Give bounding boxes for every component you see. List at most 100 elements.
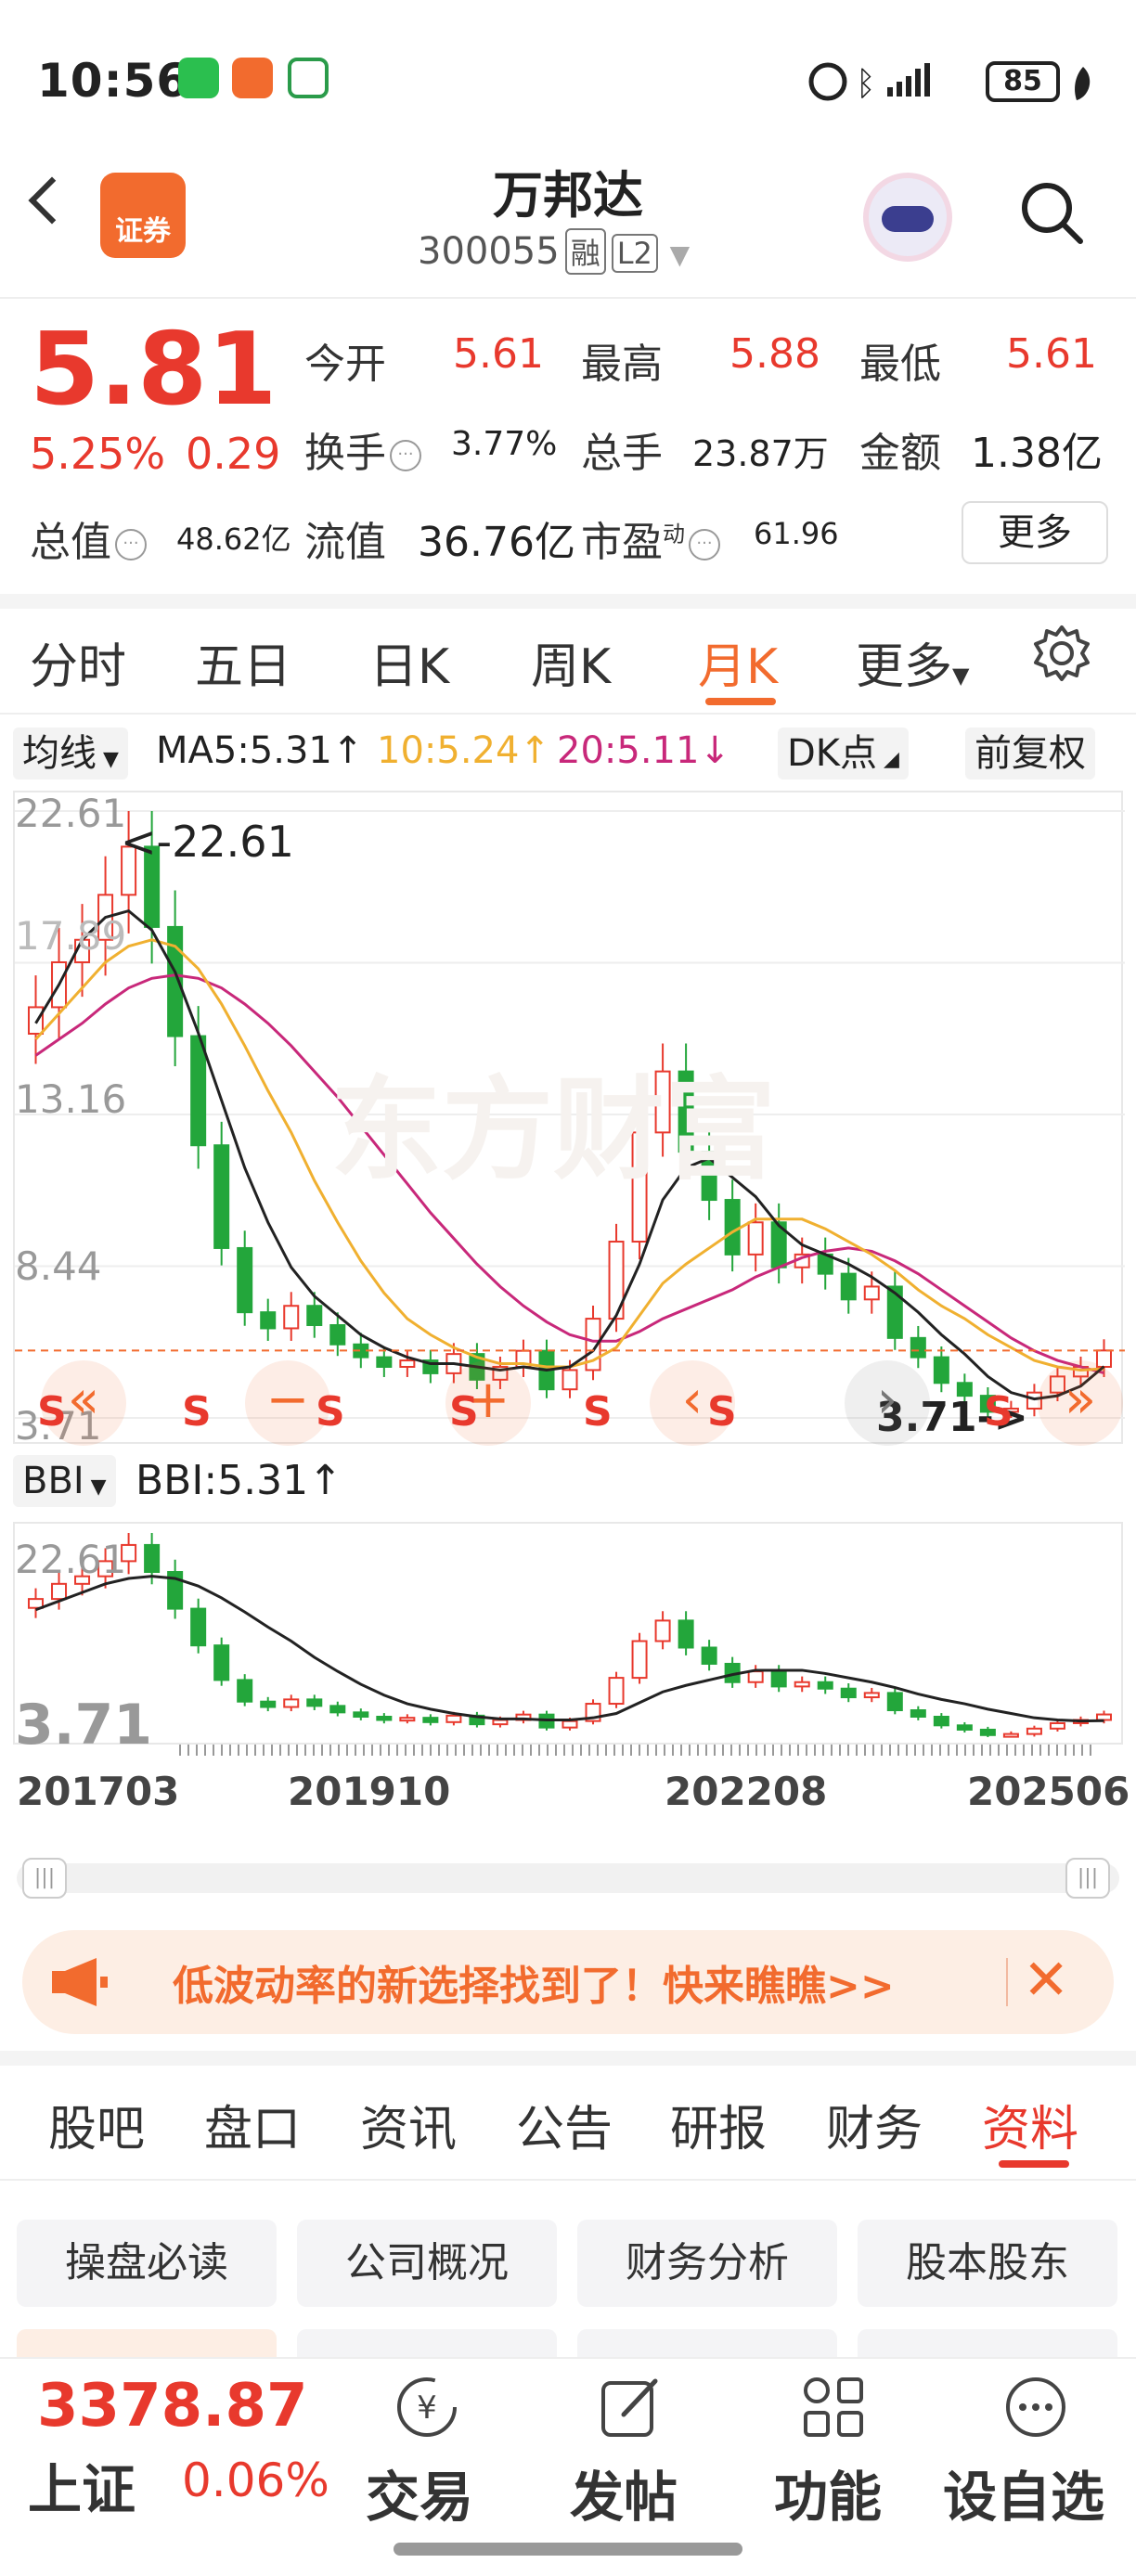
tab-more[interactable]: 更多▼ <box>856 627 969 697</box>
tab-orderbook[interactable]: 盘口 <box>204 2090 301 2159</box>
tab-daily-k[interactable]: 日K <box>369 627 449 697</box>
x-tick: 202208 <box>665 1769 828 1814</box>
ma5-label: MA5:5.31↑ <box>156 729 364 772</box>
divider <box>1006 1958 1008 2006</box>
low-label: 最低 <box>859 341 941 388</box>
stock-name: 万邦达 <box>493 166 643 225</box>
gear-icon[interactable] <box>1032 624 1091 683</box>
slider-right-handle[interactable]: ||| <box>1065 1858 1110 1899</box>
ma-select[interactable]: 均线 ▼ <box>13 728 128 779</box>
functions-button[interactable]: 功能 <box>774 2454 882 2531</box>
assistant-robot-icon[interactable] <box>863 173 952 262</box>
status-time: 10:56 <box>37 54 190 108</box>
more-quote-button[interactable]: 更多 <box>962 501 1108 564</box>
open-label: 今开 <box>304 341 386 388</box>
card-financial-analysis[interactable]: 财务分析 <box>577 2220 837 2307</box>
leaf-icon <box>1075 67 1091 100</box>
signal-s-label: S <box>37 1388 67 1436</box>
tab-monthly-k[interactable]: 月K <box>698 627 778 697</box>
index-value[interactable]: 3378.87 <box>37 2372 308 2441</box>
trade-yen-icon[interactable]: ¥ <box>392 2372 462 2442</box>
edit-post-icon[interactable] <box>596 2372 666 2442</box>
candle <box>701 1646 717 1665</box>
mcap-value: 48.62亿 <box>176 522 291 557</box>
card-shareholders[interactable]: 股本股东 <box>858 2220 1117 2307</box>
candle <box>933 1356 949 1385</box>
close-icon[interactable]: ✕ <box>1023 1952 1069 2008</box>
x-tick: 201703 <box>17 1769 180 1814</box>
home-indicator <box>394 2543 742 2556</box>
tab-weekly-k[interactable]: 周K <box>531 627 611 697</box>
change-amount: 0.29 <box>186 429 281 479</box>
scroll-right-button[interactable]: › <box>845 1360 930 1446</box>
add-watchlist-button[interactable]: 设自选 <box>943 2454 1104 2531</box>
signal-s-label: S <box>316 1388 345 1436</box>
tab-news[interactable]: 资讯 <box>360 2090 457 2159</box>
post-button[interactable]: 发帖 <box>570 2454 678 2531</box>
app-notification-icon <box>232 58 273 98</box>
candle <box>747 1221 764 1256</box>
candle <box>260 1311 277 1330</box>
tab-profile[interactable]: 资料 <box>982 2090 1078 2159</box>
functions-grid-icon[interactable] <box>798 2372 869 2442</box>
candle <box>631 1640 648 1680</box>
candle <box>979 1728 996 1736</box>
promo-text[interactable]: 低波动率的新选择找到了！快来瞧瞧>> <box>173 1952 895 2012</box>
tab-forum[interactable]: 股吧 <box>48 2090 145 2159</box>
candle <box>492 1719 509 1726</box>
candle <box>747 1670 764 1683</box>
candle <box>863 1285 880 1301</box>
candle <box>306 1305 323 1326</box>
high-value: 5.88 <box>729 330 820 378</box>
tab-research[interactable]: 研报 <box>670 2090 767 2159</box>
slider-left-handle[interactable]: ||| <box>22 1858 67 1899</box>
candle <box>190 1035 207 1147</box>
info-icon[interactable]: ··· <box>390 440 421 471</box>
info-icon[interactable]: ··· <box>689 529 720 560</box>
more-dots-icon[interactable] <box>1000 2372 1071 2442</box>
index-name[interactable]: 上证 <box>28 2446 136 2524</box>
margin-tag: 融 <box>564 228 606 275</box>
svg-text:ᛒ: ᛒ <box>856 65 876 103</box>
mcap-label: 总值 <box>30 519 111 566</box>
trade-button[interactable]: 交易 <box>366 2454 473 2531</box>
card-trading-guide[interactable]: 操盘必读 <box>17 2220 277 2307</box>
status-bar: 10:56 ᛒ 85 <box>0 0 1136 139</box>
candle <box>608 1677 625 1706</box>
svg-text:¥: ¥ <box>417 2389 437 2427</box>
dk-select[interactable]: DK点 ◢ <box>778 728 909 779</box>
adjust-button[interactable]: 前复权 <box>965 728 1095 779</box>
candle <box>840 1687 857 1699</box>
candle <box>329 1323 346 1346</box>
index-percent[interactable]: 0.06% <box>182 2454 329 2507</box>
pe-label: 市盈 <box>581 519 663 566</box>
info-icon[interactable]: ··· <box>115 529 147 560</box>
candle <box>1002 1732 1019 1738</box>
tab-intraday[interactable]: 分时 <box>30 627 126 697</box>
tab-announcements[interactable]: 公告 <box>516 2090 613 2159</box>
signal-s-label: S <box>449 1388 479 1436</box>
stock-code-row[interactable]: 300055 融 L2 ▼ <box>418 228 690 275</box>
candle <box>956 1724 973 1731</box>
card-company-overview[interactable]: 公司概况 <box>297 2220 557 2307</box>
range-slider[interactable] <box>17 1863 1119 1893</box>
candle <box>817 1681 833 1690</box>
chevron-down-icon: ▼ <box>669 239 691 270</box>
candle <box>1095 1713 1112 1721</box>
battery-indicator: 85 <box>986 61 1060 102</box>
tab-finance[interactable]: 财务 <box>826 2090 923 2159</box>
signal-s-label: S <box>583 1388 613 1436</box>
scroll-right-fast-button[interactable]: » <box>1038 1360 1123 1446</box>
amount-label: 金额 <box>859 430 941 477</box>
bbi-chart[interactable] <box>13 1522 1123 1745</box>
tab-five-day[interactable]: 五日 <box>195 627 291 697</box>
search-icon[interactable] <box>1017 178 1084 245</box>
app-notification-icon-2 <box>288 58 329 98</box>
float-label: 流值 <box>304 519 386 566</box>
candle <box>770 1670 787 1688</box>
candle <box>237 1679 253 1703</box>
candle <box>237 1246 253 1314</box>
change-percent: 5.25% <box>30 429 166 479</box>
indicator-select[interactable]: BBI ▼ <box>13 1455 116 1507</box>
candle <box>399 1359 416 1368</box>
